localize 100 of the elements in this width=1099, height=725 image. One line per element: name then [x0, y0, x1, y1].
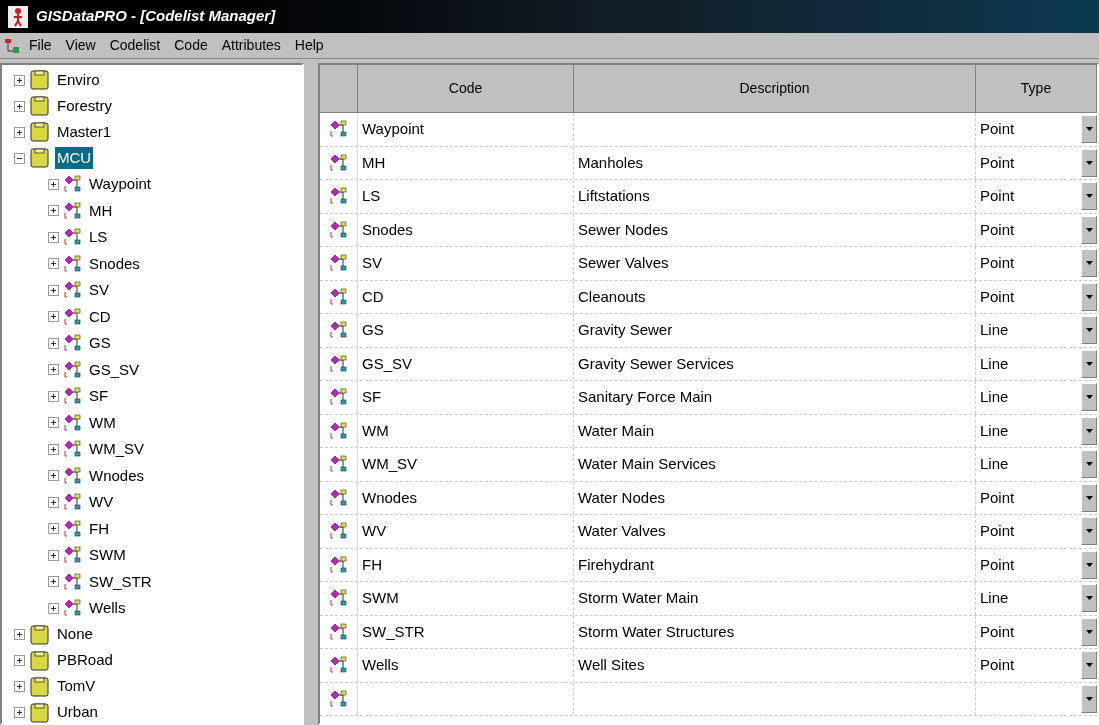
tree-item[interactable]: WM_SV	[87, 438, 146, 461]
tree-item[interactable]: GS_SV	[87, 358, 142, 381]
menu-item[interactable]: Attributes	[216, 35, 286, 56]
tree-item[interactable]: Enviro	[55, 68, 102, 92]
caret-icon	[1085, 127, 1093, 132]
tree-item[interactable]: PBRoad	[55, 649, 115, 672]
tree-item[interactable]: Forestry	[55, 94, 114, 118]
caret-icon	[1085, 227, 1093, 232]
dropdown-button[interactable]	[1081, 249, 1097, 278]
menu-item[interactable]: Code	[169, 35, 213, 56]
expand-icon[interactable]	[48, 284, 59, 296]
dropdown-button[interactable]	[1081, 349, 1097, 378]
feature-code-icon	[328, 286, 349, 307]
feature-code-icon	[63, 545, 83, 566]
expand-icon[interactable]	[48, 549, 59, 561]
dropdown-button[interactable]	[1081, 617, 1097, 646]
caret-icon	[1085, 596, 1093, 601]
table-cell-text: Well Sites	[578, 655, 645, 675]
table-cell-text: Sewer Valves	[578, 253, 669, 273]
expand-icon[interactable]	[14, 629, 25, 640]
menu-item[interactable]: File	[24, 35, 57, 56]
table-cell-text: LS	[362, 186, 381, 206]
collapse-icon[interactable]	[14, 152, 25, 164]
feature-code-icon	[328, 487, 349, 508]
menu-item[interactable]: View	[60, 35, 101, 56]
expand-icon[interactable]	[48, 205, 59, 217]
table-cell-text: Point	[980, 286, 1015, 307]
tree-item[interactable]: FH	[87, 517, 111, 540]
expand-icon[interactable]	[48, 576, 59, 588]
dropdown-button[interactable]	[1081, 450, 1097, 479]
tree-item[interactable]: Waypoint	[87, 173, 153, 196]
dropdown-button[interactable]	[1081, 383, 1097, 412]
column-header[interactable]: Code	[358, 65, 574, 112]
tree-item[interactable]: SV	[87, 279, 111, 302]
table-cell-text: WV	[362, 521, 387, 541]
expand-icon[interactable]	[48, 417, 59, 429]
tree-item[interactable]: LS	[87, 226, 110, 249]
expand-icon[interactable]	[14, 126, 25, 138]
dropdown-button[interactable]	[1081, 215, 1097, 244]
expand-icon[interactable]	[14, 74, 25, 86]
dropdown-button[interactable]	[1081, 282, 1097, 311]
dropdown-button[interactable]	[1081, 182, 1097, 211]
tree-item[interactable]: SF	[87, 385, 111, 408]
table-cell-text: Line	[980, 320, 1009, 340]
expand-icon[interactable]	[48, 258, 59, 270]
expand-icon[interactable]	[48, 231, 59, 243]
tree-item[interactable]: Urban	[55, 701, 100, 723]
table-cell-text: Point	[980, 219, 1015, 240]
tree-item[interactable]: Snodes	[87, 252, 142, 275]
expand-icon[interactable]	[14, 100, 25, 112]
dropdown-button[interactable]	[1081, 584, 1097, 613]
expand-icon[interactable]	[14, 655, 25, 666]
table-cell-text: Line	[980, 387, 1009, 407]
column-header[interactable]: Description	[574, 65, 976, 112]
expand-icon[interactable]	[48, 470, 59, 482]
tree-item[interactable]: WV	[87, 491, 116, 514]
column-header[interactable]: Type	[976, 65, 1097, 112]
expand-icon[interactable]	[48, 602, 59, 614]
expand-icon[interactable]	[48, 337, 59, 349]
tree-item[interactable]: SW_STR	[87, 570, 154, 593]
tree-item[interactable]: WM	[87, 411, 118, 434]
tree-item[interactable]: Wnodes	[87, 464, 147, 487]
tree-item[interactable]: MH	[87, 199, 115, 222]
table-cell-text: Line	[980, 588, 1009, 608]
feature-code-icon	[63, 465, 83, 486]
dropdown-button[interactable]	[1081, 517, 1097, 546]
expand-icon[interactable]	[48, 178, 59, 190]
feature-code-icon	[63, 227, 83, 248]
expand-icon[interactable]	[48, 364, 59, 376]
table-cell-text: GS_SV	[362, 353, 413, 374]
feature-code-icon	[63, 333, 83, 354]
expand-icon[interactable]	[48, 443, 59, 455]
dropdown-button[interactable]	[1081, 651, 1097, 680]
tree-item[interactable]: SWM	[87, 544, 128, 567]
tree-item[interactable]: GS	[87, 332, 113, 355]
dropdown-button[interactable]	[1081, 416, 1097, 445]
tree-item[interactable]: CD	[87, 305, 113, 328]
tree-item[interactable]: TomV	[55, 675, 98, 698]
dropdown-button[interactable]	[1081, 550, 1097, 579]
expand-icon[interactable]	[48, 523, 59, 535]
menu-item[interactable]: Help	[289, 35, 329, 56]
dropdown-button[interactable]	[1081, 483, 1097, 512]
tree-item[interactable]: Master1	[55, 120, 114, 144]
expand-icon[interactable]	[48, 390, 59, 402]
dropdown-button[interactable]	[1081, 316, 1097, 345]
dropdown-button[interactable]	[1081, 148, 1097, 177]
caret-icon	[1085, 361, 1093, 366]
expand-icon[interactable]	[14, 681, 25, 692]
dropdown-button[interactable]	[1081, 684, 1097, 713]
tree-item[interactable]: None	[55, 623, 95, 646]
table-cell-text: Storm Water Structures	[578, 621, 735, 642]
tree-item[interactable]: Wells	[87, 597, 128, 620]
expand-icon[interactable]	[14, 707, 25, 718]
dropdown-button[interactable]	[1081, 115, 1097, 144]
tree-item[interactable]: MCU	[55, 146, 94, 170]
feature-code-icon	[63, 518, 83, 539]
expand-icon[interactable]	[48, 311, 59, 323]
menu-item[interactable]: Codelist	[104, 35, 166, 56]
caret-icon	[1085, 696, 1093, 701]
expand-icon[interactable]	[48, 496, 59, 508]
